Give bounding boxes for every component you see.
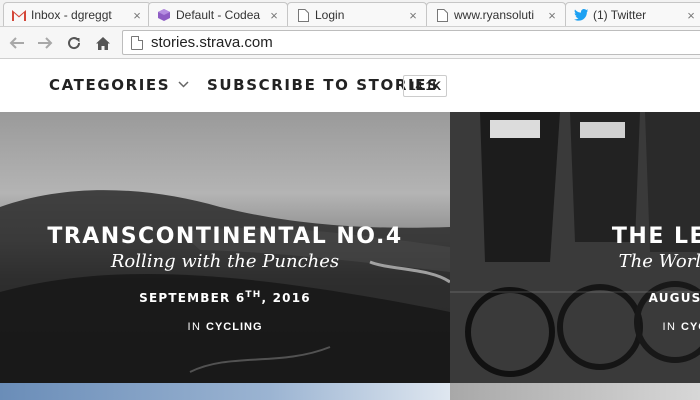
story-category: IN CYCLING — [550, 321, 700, 333]
browser-tab-strip: Inbox - dgreggt × Default - Codea × Logi… — [0, 0, 700, 27]
back-arrow-icon[interactable] — [6, 32, 28, 54]
story-title[interactable]: TRANSCONTINENTAL NO.4 — [0, 224, 450, 249]
reload-icon[interactable] — [63, 32, 85, 54]
tab-login[interactable]: Login × — [287, 2, 427, 26]
category-link[interactable]: CYCLING — [681, 321, 700, 333]
story-subtitle: The World Tour H — [618, 251, 700, 272]
page-icon — [435, 8, 449, 22]
address-bar[interactable]: stories.strava.com — [122, 30, 700, 55]
tab-twitter[interactable]: (1) Twitter × — [565, 2, 700, 26]
story-date: AUGUST 26TH — [550, 290, 700, 305]
story-text: TRANSCONTINENTAL NO.4 Rolling with the P… — [0, 224, 450, 333]
browser-toolbar: stories.strava.com — [0, 27, 700, 59]
url-text: stories.strava.com — [151, 34, 273, 51]
category-link[interactable]: CYCLING — [206, 321, 263, 333]
home-icon[interactable] — [92, 32, 114, 54]
forward-arrow-icon[interactable] — [34, 32, 56, 54]
date-day: SEPTEMBER 6 — [139, 291, 246, 305]
categories-menu[interactable]: CATEGORIES — [49, 76, 189, 94]
page-icon — [296, 8, 310, 22]
date-year: , 2016 — [261, 291, 311, 305]
tab-title: Login — [315, 8, 345, 22]
twitter-icon — [574, 8, 588, 22]
tab-title: Inbox - dgreggt — [31, 8, 112, 22]
next-story-image-left[interactable] — [0, 383, 450, 400]
story-subtitle: Rolling with the Punches — [110, 251, 340, 272]
story-card-transcontinental[interactable]: TRANSCONTINENTAL NO.4 Rolling with the P… — [0, 112, 450, 383]
chevron-down-icon — [178, 80, 189, 91]
close-icon[interactable]: × — [545, 8, 559, 23]
categories-label: CATEGORIES — [49, 76, 171, 94]
story-category: IN CYCLING — [0, 321, 450, 333]
date-day: AUGUST 26 — [648, 291, 700, 305]
close-icon[interactable]: × — [267, 8, 281, 23]
gmail-icon — [12, 8, 26, 22]
date-ordinal: TH — [245, 290, 262, 300]
close-icon[interactable]: × — [130, 8, 144, 23]
tab-title: Default - Codea — [176, 8, 261, 22]
cube-icon — [157, 8, 171, 22]
in-label: IN — [187, 321, 202, 333]
tab-codeanywhere[interactable]: Default - Codea × — [148, 2, 288, 26]
story-title[interactable]: THE LEADVIL — [550, 224, 700, 249]
tab-title: (1) Twitter — [593, 8, 647, 22]
page-icon — [131, 35, 143, 50]
next-story-image-right[interactable] — [450, 383, 700, 400]
tab-ryansolutions[interactable]: www.ryansoluti × — [426, 2, 566, 26]
tab-gmail[interactable]: Inbox - dgreggt × — [3, 2, 151, 26]
site-header: CATEGORIES SUBSCRIBE TO STORIES 14.1K — [0, 60, 700, 112]
in-label: IN — [662, 321, 677, 333]
close-icon[interactable]: × — [406, 8, 420, 23]
tab-title: www.ryansoluti — [454, 8, 535, 22]
close-icon[interactable]: × — [684, 8, 698, 23]
story-date: SEPTEMBER 6TH, 2016 — [0, 290, 450, 305]
story-card-leadville[interactable]: THE LEADVIL The World Tour H AUGUST 26TH… — [450, 112, 700, 383]
subscriber-count-badge: 14.1K — [403, 75, 448, 97]
story-text: THE LEADVIL The World Tour H AUGUST 26TH… — [550, 224, 700, 333]
